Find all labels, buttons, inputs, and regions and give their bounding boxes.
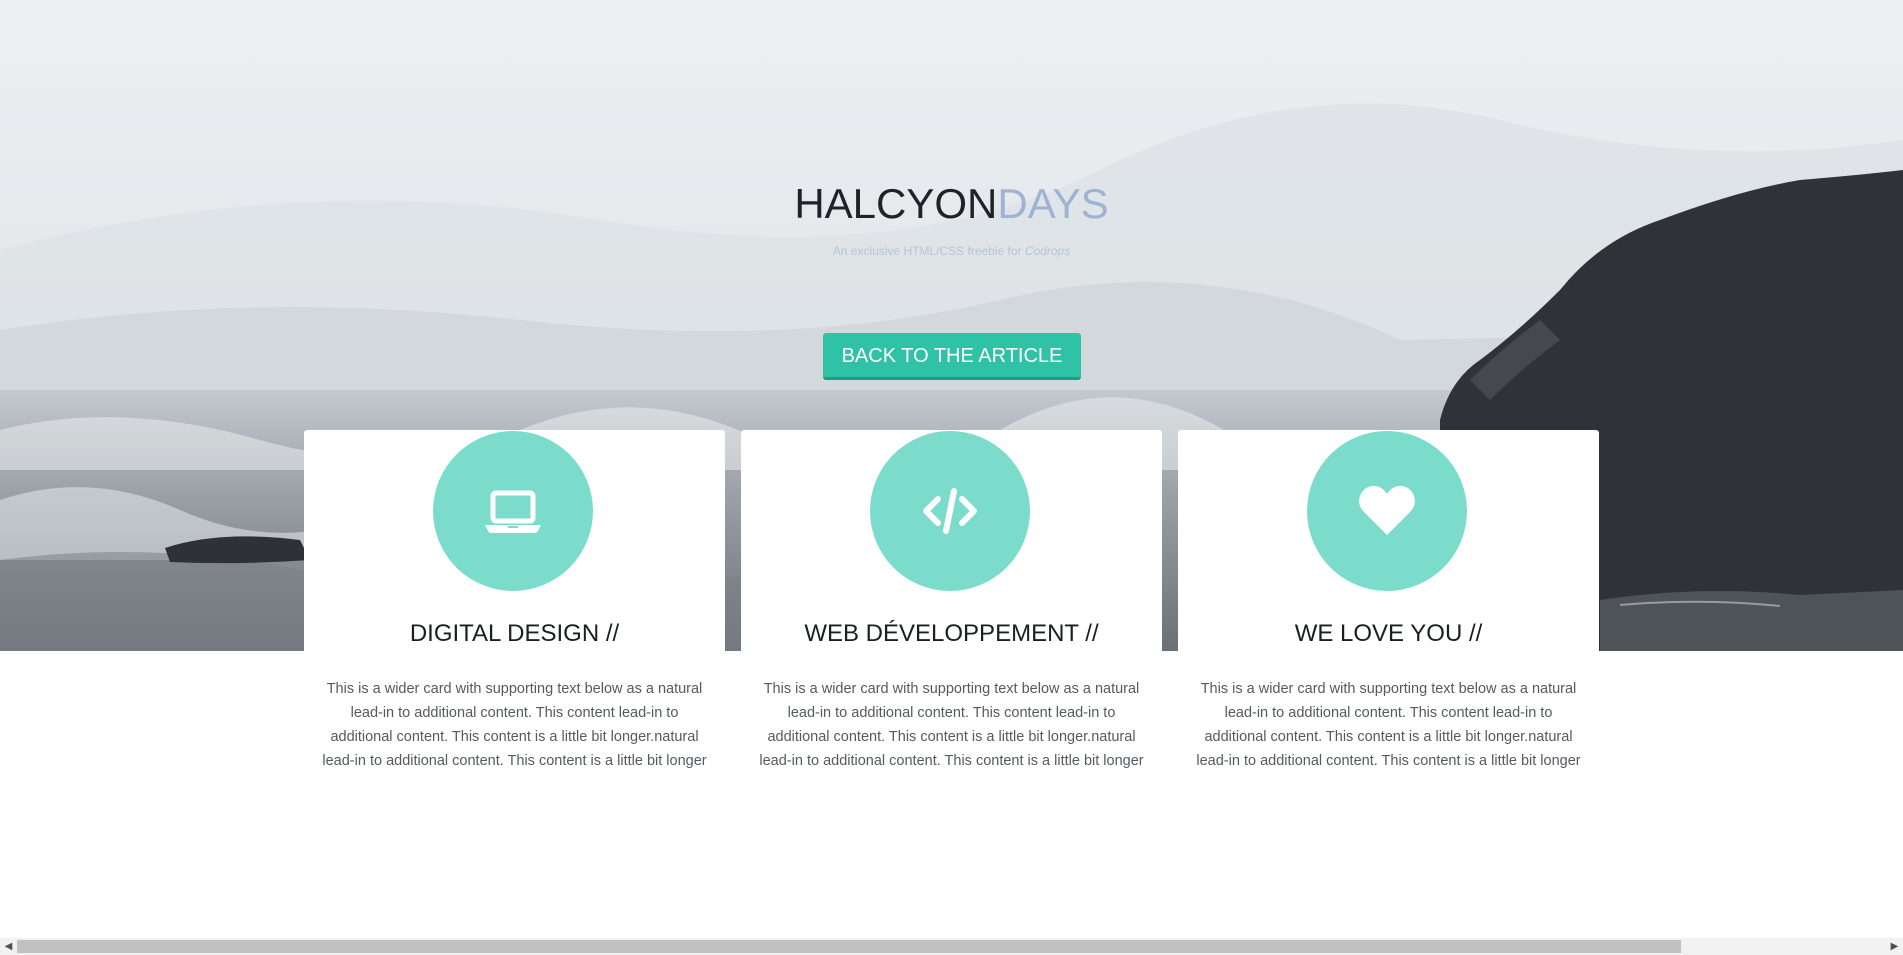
page: HALCYONDAYS An exclusive HTML/CSS freebi…: [0, 0, 1903, 955]
card-web-development: WEB DÉVELOPPEMENT //: [741, 430, 1162, 652]
scroll-left-arrow-icon[interactable]: ◀: [0, 938, 17, 955]
scrollbar-thumb[interactable]: [17, 940, 1681, 953]
heart-icon: [1359, 486, 1415, 535]
site-title-main: HALCYON: [794, 180, 998, 227]
card-description: This is a wider card with supporting tex…: [1196, 681, 1581, 769]
code-icon: [923, 488, 977, 534]
site-subtitle: An exclusive HTML/CSS freebie for Codrop…: [0, 244, 1903, 258]
icon-circle: [870, 431, 1030, 591]
scroll-right-arrow-icon[interactable]: ▶: [1886, 938, 1903, 955]
site-title-accent: DAYS: [997, 180, 1109, 227]
back-to-article-button[interactable]: BACK TO THE ARTICLE: [823, 333, 1081, 380]
card-we-love-you: WE LOVE YOU //: [1178, 430, 1599, 652]
subtitle-prefix: An exclusive HTML/CSS freebie for: [832, 244, 1025, 258]
icon-circle: [1307, 431, 1467, 591]
card-title: WEB DÉVELOPPEMENT //: [804, 620, 1099, 647]
card-description: This is a wider card with supporting tex…: [759, 681, 1144, 769]
card-digital-design: DIGITAL DESIGN //: [304, 430, 725, 652]
card-description: This is a wider card with supporting tex…: [322, 681, 707, 769]
card-title: DIGITAL DESIGN //: [409, 620, 620, 647]
card-title: WE LOVE YOU //: [1294, 620, 1483, 647]
horizontal-scrollbar[interactable]: ◀ ▶: [0, 938, 1903, 955]
site-title: HALCYONDAYS: [0, 178, 1903, 230]
laptop-icon: [485, 490, 541, 533]
icon-circle: [433, 431, 593, 591]
subtitle-brand-link[interactable]: Codrops: [1025, 244, 1070, 258]
